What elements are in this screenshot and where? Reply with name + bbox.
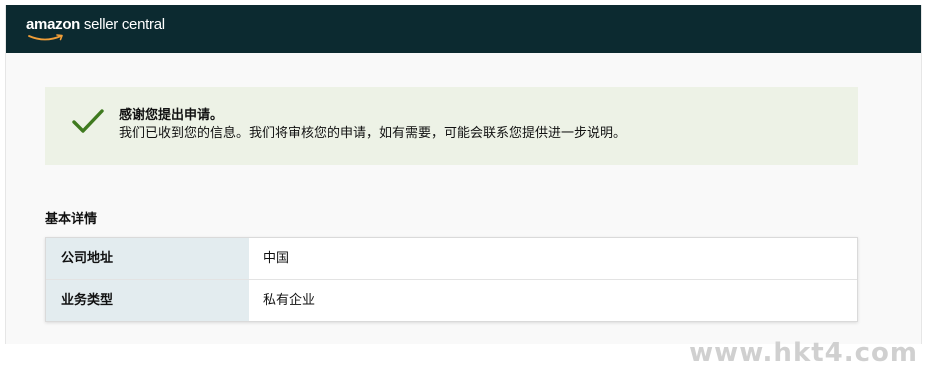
business-type-value: 私有企业: [263, 293, 316, 308]
success-title: 感谢您提出申请。: [119, 108, 224, 123]
basic-details-table: 公司地址 中国 业务类型 私有企业: [45, 237, 858, 322]
success-message: 我们已收到您的信息。我们将审核您的申请，如有需要，可能会联系您提供进一步说明。: [119, 126, 627, 141]
top-navigation-bar: amazon seller central: [6, 5, 921, 53]
details-row-company-address: 公司地址 中国: [46, 238, 857, 279]
logo-product-text: seller central: [80, 16, 165, 33]
basic-details-heading: 基本详情: [45, 212, 98, 227]
logo-brand-text: amazon: [26, 16, 81, 33]
business-type-label: 业务类型: [46, 280, 249, 321]
details-row-business-type: 业务类型 私有企业: [46, 279, 857, 321]
success-alert: 感谢您提出申请。 我们已收到您的信息。我们将审核您的申请，如有需要，可能会联系您…: [45, 87, 858, 165]
company-address-value: 中国: [263, 251, 290, 266]
watermark-text: www.hkt4.com: [689, 338, 918, 368]
checkmark-icon: [72, 109, 104, 133]
company-address-label: 公司地址: [46, 238, 249, 279]
amazon-seller-central-logo[interactable]: amazon seller central: [26, 16, 165, 33]
amazon-smile-icon: [28, 34, 63, 41]
page-frame: amazon seller central 感谢您提出申请。 我们已收到您的信息…: [5, 5, 922, 344]
